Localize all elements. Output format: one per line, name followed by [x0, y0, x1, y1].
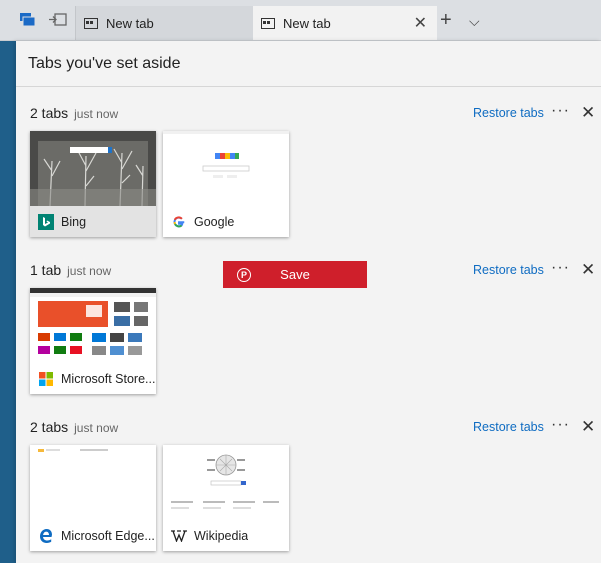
page-icon [84, 17, 98, 29]
group-time: just now [74, 107, 119, 121]
group-time: just now [74, 421, 119, 435]
microsoft-store-page-preview [30, 288, 156, 363]
tab-preview-icon[interactable] [18, 10, 38, 30]
tab-thumbnail-bing[interactable]: Bing [30, 131, 156, 237]
group-count-text: 2 tabs [30, 105, 69, 121]
restore-tabs-link[interactable]: Restore tabs [473, 420, 544, 434]
group-count-text: 1 tab [30, 262, 62, 278]
save-label: Save [280, 267, 310, 282]
tab-thumbnail-microsoft-store[interactable]: Microsoft Store... [30, 288, 156, 394]
edge-icon [38, 528, 54, 544]
tab-thumbnail-google[interactable]: Google [163, 131, 289, 237]
wikipedia-icon [171, 528, 187, 544]
close-tab-icon[interactable]: ✕ [414, 13, 427, 33]
group-count: 1 tab just now [30, 262, 111, 278]
bing-page-preview [30, 131, 156, 206]
group-count-text: 2 tabs [30, 419, 69, 435]
panel-header: Tabs you've set aside [16, 41, 601, 87]
microsoft-logo-icon [38, 371, 54, 387]
new-tab-button[interactable]: + [440, 10, 452, 30]
restore-tabs-link[interactable]: Restore tabs [473, 263, 544, 277]
wikipedia-page-preview [163, 445, 289, 520]
pinterest-save-button[interactable]: P Save [223, 261, 367, 288]
desktop-background-edge [0, 41, 16, 563]
close-group-icon[interactable]: ✕ [581, 260, 595, 280]
tab-label-row: Microsoft Store... [30, 363, 156, 394]
microsoft-edge-page-preview [30, 445, 156, 520]
tab-name: Bing [61, 214, 87, 229]
tabs-set-aside-panel: Tabs you've set aside 2 tabs just now Res… [16, 41, 601, 563]
tab-bar: New tab New tab ✕ + ⌵ [0, 0, 601, 41]
tab-label-row: Google [163, 206, 289, 237]
chevron-down-icon[interactable]: ⌵ [469, 13, 480, 29]
tab-name: Google [194, 214, 235, 229]
tab-new-tab-active[interactable]: New tab ✕ [253, 6, 437, 40]
close-group-icon[interactable]: ✕ [581, 103, 595, 123]
google-icon [171, 214, 187, 230]
tab-label-row: Microsoft Edge... [30, 520, 156, 551]
tab-title: New tab [283, 15, 331, 31]
bing-icon [38, 213, 54, 230]
google-page-preview [163, 131, 289, 206]
page-icon [261, 17, 275, 29]
tab-name: Wikipedia [194, 528, 249, 543]
tab-title: New tab [106, 15, 154, 31]
more-options-icon[interactable]: ··· [551, 416, 570, 434]
tab-new-tab-inactive[interactable]: New tab [75, 6, 253, 40]
close-group-icon[interactable]: ✕ [581, 417, 595, 437]
set-aside-tabs-icon[interactable] [48, 10, 68, 30]
tab-label-row: Bing [30, 206, 156, 237]
tab-thumbnail-microsoft-edge[interactable]: Microsoft Edge... [30, 445, 156, 551]
tab-name: Microsoft Edge... [61, 528, 155, 543]
tab-thumbnail-wikipedia[interactable]: Wikipedia [163, 445, 289, 551]
more-options-icon[interactable]: ··· [551, 259, 570, 277]
group-time: just now [67, 264, 112, 278]
panel-title: Tabs you've set aside [28, 55, 181, 72]
more-options-icon[interactable]: ··· [551, 102, 570, 120]
restore-tabs-link[interactable]: Restore tabs [473, 106, 544, 120]
tab-name: Microsoft Store... [61, 371, 156, 386]
group-count: 2 tabs just now [30, 105, 118, 121]
group-count: 2 tabs just now [30, 419, 118, 435]
tab-label-row: Wikipedia [163, 520, 289, 551]
